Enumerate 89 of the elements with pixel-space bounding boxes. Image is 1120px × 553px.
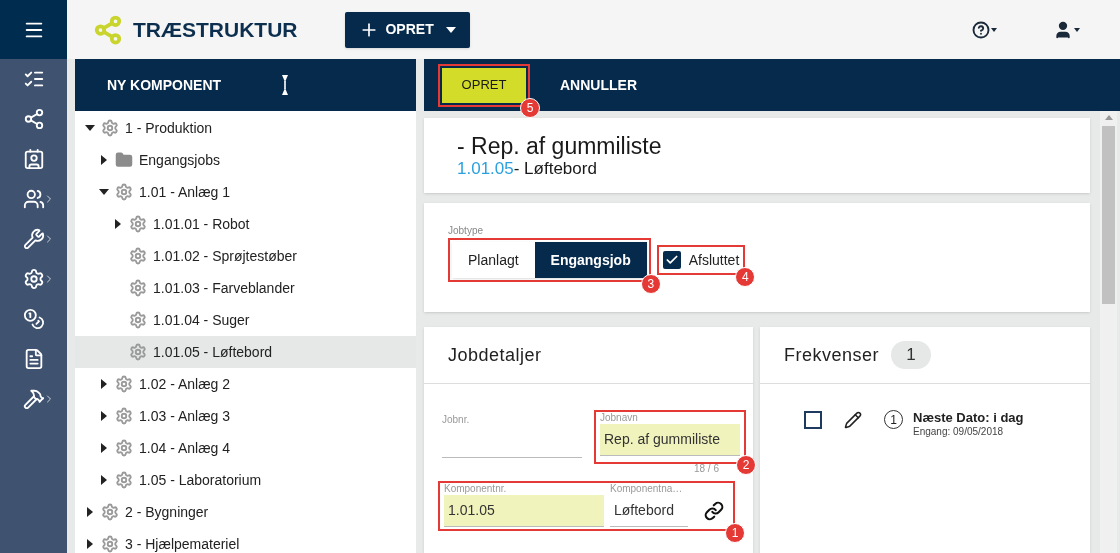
caret-down-icon[interactable] (99, 187, 109, 197)
tree-item[interactable]: 1.02 - Anlæg 2 (75, 368, 416, 400)
link-icon[interactable] (704, 501, 724, 521)
caret-right-icon[interactable] (99, 155, 109, 165)
checkbox[interactable] (804, 411, 822, 429)
hammer-icon (22, 388, 45, 410)
collapse-icon[interactable] (281, 75, 290, 95)
input-field[interactable]: 1.01.05 (444, 495, 604, 527)
gear-icon (115, 183, 133, 201)
caret-right-icon[interactable] (99, 443, 109, 453)
share-icon (22, 108, 45, 130)
tree-item[interactable]: 1.01.04 - Suger (75, 304, 416, 336)
tree-item[interactable]: Engangsjobs (75, 144, 416, 176)
tree-item[interactable]: 1.03 - Anlæg 3 (75, 400, 416, 432)
contact-book-icon (22, 148, 45, 170)
step-marker: 2 (736, 455, 756, 475)
coins-icon (22, 308, 45, 330)
gear-icon (115, 439, 133, 457)
card-title: Jobdetaljer (448, 343, 542, 367)
scrollbar[interactable] (1100, 111, 1117, 553)
tree-item[interactable]: 1.01.05 - Løftebord (75, 336, 416, 368)
checkbox-label: Afsluttet (688, 250, 740, 270)
caret-down-icon (991, 27, 997, 32)
gear-icon (115, 407, 133, 425)
field-label: Komponentna… (610, 483, 684, 495)
frequency-title: Næste Dato: i dag (913, 410, 1024, 426)
field-label: Jobnavn (600, 412, 639, 424)
step-marker: 4 (735, 267, 756, 287)
caret-down-icon[interactable] (85, 123, 95, 133)
caret-right-icon[interactable] (99, 475, 109, 485)
create-dropdown-button[interactable]: OPRET (345, 11, 470, 48)
tree-item[interactable]: 1.04 - Anlæg 4 (75, 432, 416, 464)
scrollbar-thumb[interactable] (1102, 126, 1115, 304)
segment-tab[interactable]: Engangsjob (534, 242, 647, 278)
new-component-button[interactable]: NY KOMPONENT (107, 74, 222, 96)
caret-right-icon[interactable] (99, 379, 109, 389)
people-icon (22, 188, 45, 210)
field-label: Jobnr. (442, 414, 471, 426)
gear-icon (101, 503, 119, 521)
edit-icon[interactable] (844, 411, 862, 429)
caret-down-icon (445, 26, 456, 33)
field-label: Komponentnr. (444, 483, 508, 495)
checkbox[interactable] (662, 251, 681, 269)
segment-tab[interactable]: Planlagt (452, 242, 535, 278)
folder-icon (115, 151, 133, 169)
tree-item[interactable]: 1.01.02 - Sprøjtestøber (75, 240, 416, 272)
count-badge: 1 (891, 341, 932, 369)
sidebar-item[interactable] (0, 0, 67, 59)
gear-icon (115, 471, 133, 489)
wrench-icon (22, 228, 45, 250)
tree-item[interactable]: 2 - Bygninger (75, 496, 416, 528)
tree-item[interactable]: 1.01 - Anlæg 1 (75, 176, 416, 208)
save-button[interactable]: OPRET (442, 67, 526, 103)
gear-icon (129, 279, 147, 297)
step-marker: 1 (725, 523, 745, 543)
gear-icon (101, 535, 119, 553)
field-label: Jobtype (448, 225, 485, 237)
job-title: - Rep. af gummiliste (457, 132, 663, 159)
character-counter: 18 / 6 (693, 463, 719, 475)
frequency-subtitle: Engang: 09/05/2018 (913, 426, 1005, 438)
tree-item[interactable]: 1.05 - Laboratorium (75, 464, 416, 496)
help-icon[interactable] (972, 20, 990, 39)
step-marker: 3 (640, 274, 661, 294)
caret-right-icon[interactable] (113, 219, 123, 229)
gear-icon (129, 343, 147, 361)
step-marker: 5 (520, 97, 540, 118)
input-field[interactable]: Løftebord (610, 495, 688, 527)
tree-item[interactable]: 1.01.03 - Farveblander (75, 272, 416, 304)
tree-item[interactable]: 1 - Produktion (75, 112, 416, 144)
caret-right-icon[interactable] (85, 507, 95, 517)
settings-icon (22, 268, 45, 290)
user-icon[interactable] (1053, 19, 1073, 40)
card-title: Frekvenser (784, 343, 880, 367)
gear-icon (129, 311, 147, 329)
gear-icon (101, 119, 119, 137)
tree-item[interactable]: 1.01.01 - Robot (75, 208, 416, 240)
logo-icon (93, 14, 123, 45)
caret-right-icon[interactable] (99, 411, 109, 421)
tree-item[interactable]: 3 - Hjælpemateriel (75, 528, 416, 553)
app-title: TRÆSTRUKTUR (133, 16, 298, 43)
input-field[interactable]: Rep. af gummiliste (600, 424, 740, 456)
check-icon (664, 253, 679, 267)
component-name: - Løftebord (513, 158, 597, 179)
gear-icon (129, 215, 147, 233)
caret-down-icon (1074, 27, 1080, 32)
caret-right-icon[interactable] (85, 539, 95, 549)
cancel-button[interactable]: ANNULLER (560, 74, 637, 96)
gear-icon (115, 375, 133, 393)
gear-icon (129, 247, 147, 265)
